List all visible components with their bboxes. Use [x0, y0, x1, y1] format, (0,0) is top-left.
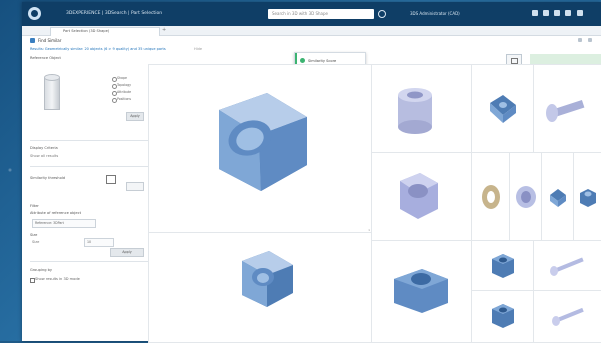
close-icon[interactable] [588, 38, 592, 42]
result-card-nut-2[interactable] [148, 232, 373, 343]
add-icon[interactable] [554, 10, 560, 16]
hex-nut-image [242, 251, 293, 307]
hex-nut-image [492, 304, 514, 328]
panel-header: Find Similar [22, 36, 601, 45]
reference-label: Reference Object [30, 56, 61, 60]
radio-shape[interactable]: Shape [112, 76, 142, 82]
tab-bar: Part Selection (3D Shape) + [22, 26, 601, 36]
hex-nut-image [219, 93, 307, 191]
threshold-value[interactable] [126, 182, 144, 191]
app-title: 3DEXPERIENCE | 3DSearch | Part Selection [66, 11, 163, 16]
size-input[interactable]: 10 [84, 238, 114, 247]
find-similar-icon [30, 38, 35, 43]
result-card-bushing[interactable] [371, 64, 473, 154]
result-card-bolt-2[interactable] [533, 290, 601, 343]
grouping-label: Grouping by [30, 268, 53, 272]
hex-nut-image [580, 189, 596, 207]
expand-icon[interactable] [578, 38, 582, 42]
bushing-image [398, 88, 432, 134]
reference-part-thumbnail [44, 74, 60, 110]
result-card-washer[interactable] [471, 152, 511, 242]
result-card-nut-6[interactable] [471, 290, 535, 343]
divider [30, 261, 148, 262]
bolt-image [550, 257, 584, 276]
panel-title: Find Similar [38, 38, 62, 43]
share-icon[interactable] [543, 10, 549, 16]
apply-button[interactable]: Apply [126, 112, 144, 121]
filter-label: Filter [30, 204, 39, 208]
result-card-nut-4[interactable] [371, 240, 473, 343]
filter-sublabel: Attribute of reference object [30, 211, 81, 215]
result-card-small-square-nut[interactable] [541, 152, 575, 242]
results-summary: Results: Geometrically similar: 20 objec… [30, 47, 166, 51]
result-card-nut-5[interactable] [471, 240, 535, 292]
hex-nut-image [400, 173, 438, 219]
hex-nut-image [492, 254, 514, 278]
result-card-pin[interactable] [533, 64, 601, 154]
compass-logo-icon[interactable] [28, 7, 41, 20]
bookmark-icon[interactable] [532, 10, 538, 16]
square-nut-image [490, 95, 516, 123]
user-name[interactable]: 3DS Administrator (CAD) [410, 11, 460, 16]
filter-input[interactable]: Reference: 3DPart [32, 219, 96, 228]
divider [30, 140, 148, 141]
square-nut-image [550, 189, 566, 207]
notification-icon[interactable] [565, 10, 571, 16]
top-bar: 3DEXPERIENCE | 3DSearch | Part Selection… [22, 2, 601, 26]
search-input[interactable]: Search in 3D with 3D Shape [268, 9, 374, 19]
size-apply-button[interactable]: Apply [110, 248, 144, 257]
radio-topology[interactable]: Topology [112, 83, 142, 89]
new-tab-icon[interactable]: + [162, 27, 166, 33]
result-card-ring[interactable] [509, 152, 543, 242]
results-grid: 1 [148, 64, 601, 343]
hide-button[interactable]: Hide [194, 47, 202, 51]
search-icon[interactable] [378, 10, 386, 18]
result-card-bolt[interactable] [533, 240, 601, 292]
result-card-small-nut[interactable] [573, 152, 601, 242]
result-card-nut-3[interactable] [371, 152, 473, 242]
radio-positions[interactable]: Positions [112, 97, 142, 103]
result-card-large-nut[interactable]: 1 [148, 64, 373, 234]
radio-attribute[interactable]: Attribute [112, 90, 142, 96]
washer-image [482, 185, 500, 209]
criteria-sidebar: Reference Object Shape Topology Attribut… [30, 56, 148, 341]
result-card-square-nut[interactable] [471, 64, 535, 154]
size-field-label: Size [32, 240, 40, 244]
ring-nut-image [516, 186, 536, 208]
display-label: Display Criteria [30, 146, 58, 150]
app-window: 3DEXPERIENCE | 3DSearch | Part Selection… [22, 2, 601, 343]
divider [30, 166, 148, 167]
tab-part-selection[interactable]: Part Selection (3D Shape) [50, 27, 160, 36]
tab-label: Part Selection (3D Shape) [63, 29, 110, 33]
clevis-pin-image [546, 99, 585, 122]
size-label: Size [30, 233, 38, 237]
search-placeholder: Search in 3D with 3D Shape [272, 11, 329, 16]
display-value: Show all results [30, 154, 59, 158]
grouping-check-label: Show results in 3D mode [35, 277, 80, 281]
threshold-toggle[interactable] [106, 175, 116, 184]
check-icon [300, 58, 305, 63]
threshold-label: Similarity threshold [30, 176, 66, 180]
bolt-image [552, 307, 584, 326]
hex-nut-image [394, 269, 448, 313]
help-icon[interactable] [577, 10, 583, 16]
